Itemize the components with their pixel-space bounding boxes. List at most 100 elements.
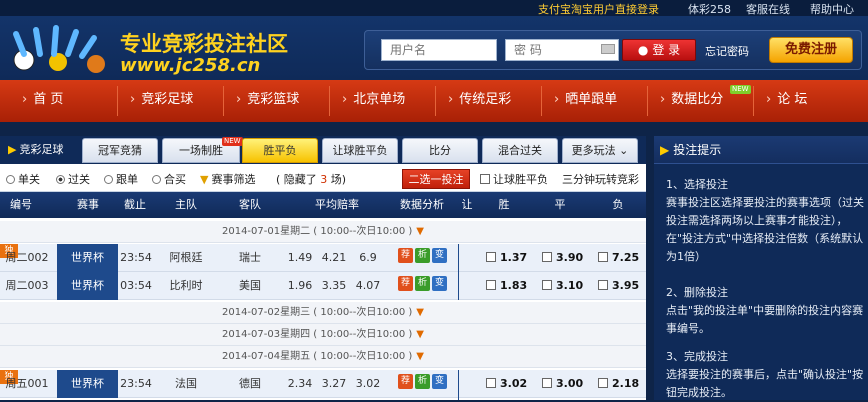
- away-team[interactable]: 瑞士: [228, 244, 272, 272]
- site-link[interactable]: 体彩258: [688, 1, 731, 17]
- col-avg-odds: 平均赔率: [315, 198, 359, 211]
- analysis-icon[interactable]: 析: [415, 374, 430, 389]
- analysis-icon[interactable]: 析: [415, 276, 430, 291]
- change-icon[interactable]: 变: [432, 248, 447, 263]
- home-team[interactable]: 阿根廷: [160, 244, 212, 272]
- tab-handicap[interactable]: 让球胜平负: [322, 138, 398, 163]
- register-button[interactable]: 免费注册: [769, 37, 853, 63]
- new-badge: NEW: [730, 85, 751, 94]
- username-input[interactable]: [381, 39, 497, 61]
- away-team[interactable]: 美国: [228, 272, 272, 300]
- recommend-icon[interactable]: 荐: [398, 374, 413, 389]
- table-row[interactable]: 独 周二002 世界杯 23:54 阿根廷 瑞士 1.49 4.21 6.9 荐…: [0, 244, 646, 272]
- table-row[interactable]: 周二003 世界杯 03:54 比利时 美国 1.96 3.35 4.07 荐 …: [0, 272, 646, 300]
- tips-title: ▶ 投注提示: [654, 136, 868, 164]
- col-away: 客队: [239, 198, 261, 211]
- away-team[interactable]: 德国: [228, 370, 272, 398]
- single-radio[interactable]: 单关: [6, 171, 40, 187]
- table-header: 编号 赛事 截止 主队 客队 平均赔率 数据分析 让 胜 平 负: [0, 192, 646, 218]
- tab-champion[interactable]: 冠军竞猜: [82, 138, 158, 163]
- league-cell: 世界杯: [57, 244, 118, 272]
- recommend-icon[interactable]: 荐: [398, 276, 413, 291]
- parlay-radio[interactable]: 过关: [56, 171, 90, 187]
- three-minutes-link[interactable]: 三分钟玩转竞彩: [562, 171, 639, 187]
- customer-service-link[interactable]: 客服在线: [746, 1, 790, 17]
- recommend-icon[interactable]: 荐: [398, 248, 413, 263]
- nav-item-forum[interactable]: › 论 坛: [766, 80, 807, 122]
- match-table: 2014-07-01星期二 ( 10:00--次日10:00 ) ▼ 独 周二00…: [0, 218, 646, 400]
- nav-item-jclq[interactable]: › 竞彩篮球: [236, 80, 299, 122]
- nav-item-ctzc[interactable]: › 传统足彩: [448, 80, 511, 122]
- play-tabs: ▶ 竞彩足球 冠军竞猜 一场制胜 NEW 胜平负 让球胜平负 比分 混合过关 更多…: [0, 136, 646, 164]
- chevron-right-icon: ›: [766, 92, 772, 107]
- filter-bar: 单关 过关 跟单 合买 ▼ 赛事筛选 ( 隐藏了 3 场) 二选一投注 让球胜平负…: [0, 164, 646, 192]
- win-odd[interactable]: 1.37: [486, 244, 527, 272]
- match-time: 23:54: [120, 377, 152, 390]
- match-filter-button[interactable]: ▼ 赛事筛选: [200, 171, 255, 187]
- handicap-checkbox[interactable]: 让球胜平负: [480, 171, 548, 187]
- nav-item-sjbf[interactable]: › 数据比分: [660, 80, 723, 122]
- home-team[interactable]: 法国: [160, 370, 212, 398]
- login-button[interactable]: ● 登 录: [622, 39, 696, 61]
- col-analysis: 数据分析: [400, 198, 444, 211]
- arrow-icon: ▶: [660, 143, 670, 157]
- help-center-link[interactable]: 帮助中心: [810, 1, 854, 17]
- analysis-icon[interactable]: 析: [415, 248, 430, 263]
- site-logo[interactable]: 专业竞彩投注社区 www.jc258.cn: [10, 24, 310, 76]
- lose-odd[interactable]: 7.25: [598, 244, 639, 272]
- home-team[interactable]: 比利时: [160, 272, 212, 300]
- col-league: 赛事: [77, 198, 99, 211]
- date-row[interactable]: 2014-07-03星期四 ( 10:00--次日10:00 ) ▼: [0, 324, 646, 346]
- tab-score[interactable]: 比分: [402, 138, 478, 163]
- top-bar: 支付宝淘宝用户直接登录 体彩258 客服在线 帮助中心: [0, 0, 868, 16]
- tab-mixed[interactable]: 混合过关: [482, 138, 558, 163]
- date-row[interactable]: 2014-07-01星期二 ( 10:00--次日10:00 ) ▼: [0, 221, 646, 243]
- avg-odd: 4.21: [321, 251, 347, 264]
- follow-radio[interactable]: 跟单: [104, 171, 138, 187]
- date-row[interactable]: 2014-07-04星期五 ( 10:00--次日10:00 ) ▼: [0, 346, 646, 368]
- match-time: 23:54: [120, 251, 152, 264]
- lose-odd[interactable]: 3.95: [598, 272, 639, 300]
- col-no: 编号: [10, 198, 32, 211]
- match-no: 周五001: [5, 377, 49, 390]
- new-badge: NEW: [222, 137, 243, 146]
- chevron-right-icon: ›: [448, 92, 454, 107]
- hidden-count-text: ( 隐藏了 3 场): [276, 173, 347, 186]
- draw-odd[interactable]: 3.10: [542, 272, 583, 300]
- combo-radio[interactable]: 合买: [152, 171, 186, 187]
- caret-down-icon: ▼: [416, 226, 424, 237]
- col-draw: 平: [554, 198, 566, 211]
- keyboard-icon[interactable]: [601, 44, 615, 54]
- draw-odd[interactable]: 3.00: [542, 370, 583, 398]
- lock-icon: ●: [637, 43, 649, 57]
- nav-item-jczq[interactable]: › 竞彩足球: [130, 80, 193, 122]
- win-odd[interactable]: 3.02: [486, 370, 527, 398]
- avg-odd: 3.35: [321, 279, 347, 292]
- table-row[interactable]: 独 周五001 世界杯 23:54 法国 德国 2.34 3.27 3.02 荐…: [0, 370, 646, 398]
- nav-item-sdgd[interactable]: › 晒单跟单: [554, 80, 617, 122]
- avg-odd: 3.27: [321, 377, 347, 390]
- lose-odd[interactable]: 2.18: [598, 370, 639, 398]
- col-home: 主队: [175, 198, 197, 211]
- avg-odd: 2.34: [287, 377, 313, 390]
- alipay-login-link[interactable]: 支付宝淘宝用户直接登录: [538, 1, 659, 17]
- date-row[interactable]: 2014-07-02星期三 ( 10:00--次日10:00 ) ▼: [0, 302, 646, 324]
- forgot-password-link[interactable]: 忘记密码: [705, 43, 749, 59]
- tips-panel: ▶ 投注提示 1、选择投注 赛事投注区选择要投注的赛事选项（过关投注需选择两场以上…: [654, 136, 868, 400]
- er-xuan-yi-button[interactable]: 二选一投注: [402, 169, 470, 189]
- change-icon[interactable]: 变: [432, 276, 447, 291]
- win-odd[interactable]: 1.83: [486, 272, 527, 300]
- change-icon[interactable]: 变: [432, 374, 447, 389]
- tip-step-title: 2、删除投注: [666, 286, 728, 299]
- tab-win-draw-lose[interactable]: 胜平负: [242, 138, 318, 163]
- draw-odd[interactable]: 3.90: [542, 244, 583, 272]
- section-label: ▶ 竞彩足球: [8, 143, 64, 156]
- chevron-right-icon: ›: [22, 92, 28, 107]
- column-divider: [458, 370, 459, 400]
- league-cell: 世界杯: [57, 370, 118, 398]
- tip-step-text: 选择要投注的赛事后，点击"确认投注"按钮完成投注。: [666, 368, 864, 399]
- nav-item-home[interactable]: › 首 页: [22, 80, 63, 122]
- nav-item-bjdc[interactable]: › 北京单场: [342, 80, 405, 122]
- tab-more[interactable]: 更多玩法 ⌄: [562, 138, 638, 163]
- caret-down-icon: ▼: [416, 329, 424, 340]
